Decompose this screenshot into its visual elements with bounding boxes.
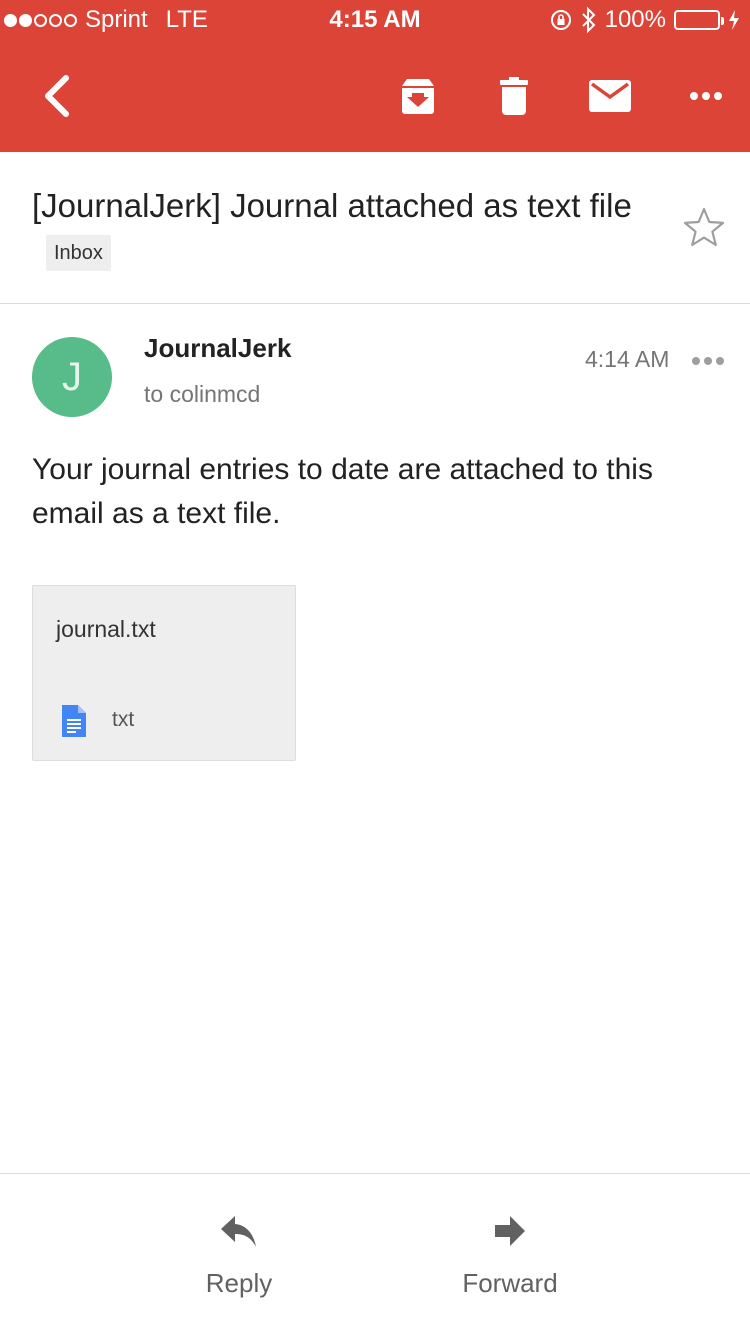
forward-icon-wrap bbox=[410, 1214, 610, 1250]
attachment-card[interactable]: journal.txt txt bbox=[32, 585, 296, 761]
reply-label: Reply bbox=[205, 1268, 273, 1298]
forward-icon bbox=[495, 1216, 525, 1246]
archive-icon bbox=[402, 79, 434, 114]
more-icon bbox=[690, 92, 722, 100]
message-more-button[interactable] bbox=[688, 348, 728, 374]
sender-avatar[interactable]: J bbox=[32, 337, 112, 417]
mark-unread-button[interactable] bbox=[582, 68, 638, 124]
avatar-letter: J bbox=[62, 354, 82, 399]
star-icon bbox=[683, 207, 725, 247]
star-button[interactable] bbox=[682, 206, 726, 250]
charging-bolt-icon bbox=[729, 10, 739, 30]
app-header: Sprint LTE 4:15 AM 100% bbox=[0, 0, 750, 152]
back-icon bbox=[45, 75, 69, 117]
reply-button[interactable]: Reply bbox=[139, 1174, 339, 1334]
more-options-button[interactable] bbox=[678, 68, 734, 124]
subject-section: [JournalJerk] Journal attached as text f… bbox=[0, 152, 750, 304]
label-badge[interactable]: Inbox bbox=[46, 235, 111, 272]
subject-text: [JournalJerk] Journal attached as text f… bbox=[32, 187, 632, 224]
message-time: 4:14 AM bbox=[585, 346, 670, 372]
back-button[interactable] bbox=[28, 68, 84, 124]
archive-button[interactable] bbox=[390, 68, 446, 124]
status-bar: Sprint LTE 4:15 AM 100% bbox=[0, 0, 750, 40]
sender-name[interactable]: JournalJerk bbox=[144, 333, 291, 364]
reply-icon bbox=[221, 1216, 256, 1247]
bottom-action-bar: Reply Forward bbox=[0, 1173, 750, 1334]
more-icon bbox=[692, 357, 724, 365]
reply-icon-wrap bbox=[139, 1214, 339, 1250]
battery-icon bbox=[674, 10, 724, 30]
mail-icon bbox=[589, 80, 631, 112]
attachment-type: txt bbox=[112, 708, 135, 731]
recipient-line[interactable]: to colinmcd bbox=[144, 381, 260, 408]
email-body: Your journal entries to date are attache… bbox=[32, 453, 653, 530]
attachment-filename: journal.txt bbox=[56, 616, 156, 642]
battery-percent: 100% bbox=[604, 6, 666, 33]
toolbar bbox=[0, 40, 750, 152]
forward-label: Forward bbox=[462, 1268, 558, 1298]
forward-button[interactable]: Forward bbox=[410, 1174, 610, 1334]
rotation-lock-icon bbox=[550, 10, 571, 30]
document-icon bbox=[62, 705, 86, 737]
status-right: 100% bbox=[549, 6, 740, 34]
email-subject: [JournalJerk] Journal attached as text f… bbox=[32, 182, 652, 278]
bluetooth-icon bbox=[581, 7, 596, 33]
delete-button[interactable] bbox=[486, 68, 542, 124]
trash-icon bbox=[500, 77, 528, 115]
